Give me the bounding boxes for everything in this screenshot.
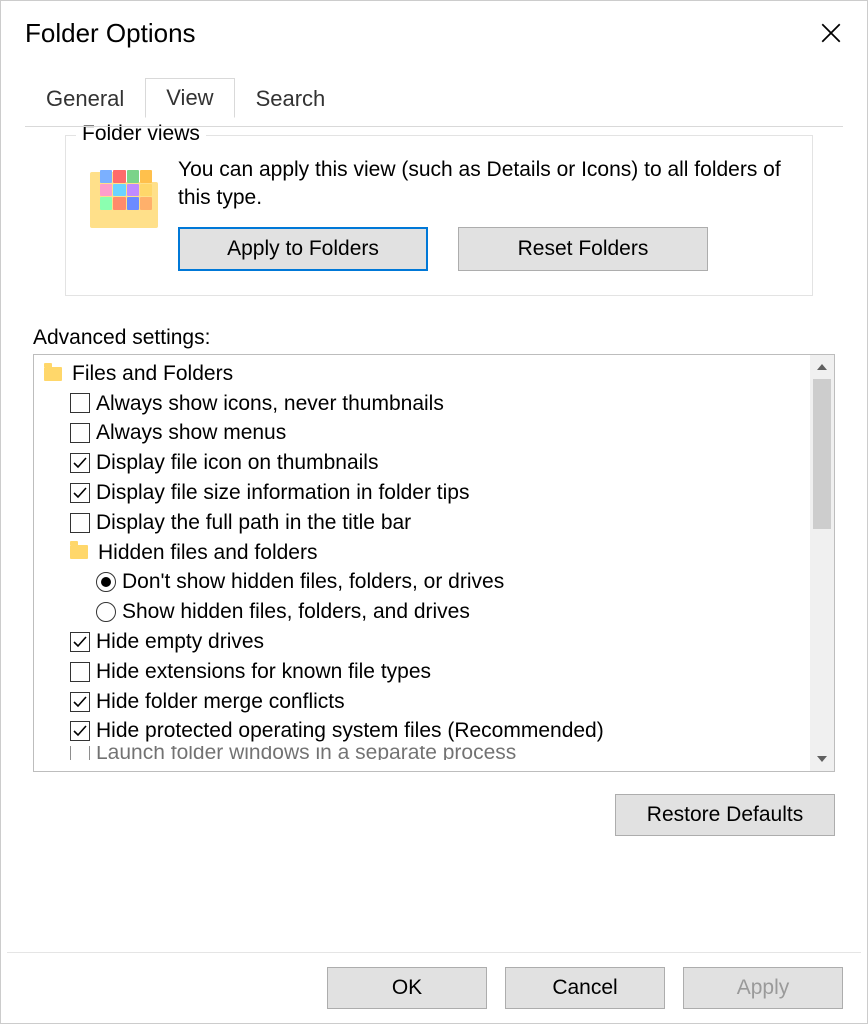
close-icon <box>821 23 841 43</box>
folder-views-group: Folder views You can apply this view (su… <box>65 135 813 296</box>
restore-defaults-button[interactable]: Restore Defaults <box>615 794 835 836</box>
item-label: Hide protected operating system files (R… <box>96 716 604 746</box>
window-title: Folder Options <box>25 18 196 49</box>
folder-views-description: You can apply this view (such as Details… <box>178 156 788 213</box>
item-label: Hidden files and folders <box>98 538 317 568</box>
apply-to-folders-button[interactable]: Apply to Folders <box>178 227 428 271</box>
item-label: Always show icons, never thumbnails <box>96 389 444 419</box>
radio[interactable] <box>96 602 116 622</box>
scroll-up-arrow[interactable] <box>810 355 834 379</box>
list-item[interactable]: Display file size information in folder … <box>40 478 810 508</box>
checkbox[interactable] <box>70 721 90 741</box>
advanced-settings-box: Files and Folders Always show icons, nev… <box>33 354 835 772</box>
checkbox[interactable] <box>70 513 90 533</box>
item-label: Don't show hidden files, folders, or dri… <box>122 567 504 597</box>
checkbox[interactable] <box>70 483 90 503</box>
folder-icon <box>70 545 88 559</box>
item-label: Hide folder merge conflicts <box>96 687 345 717</box>
tabs: General View Search <box>25 77 867 117</box>
list-item[interactable]: Hide extensions for known file types <box>40 657 810 687</box>
folder-icon <box>90 168 158 228</box>
item-label: Display file icon on thumbnails <box>96 448 378 478</box>
list-item[interactable]: Always show menus <box>40 418 810 448</box>
chevron-down-icon <box>817 756 827 762</box>
scroll-track[interactable] <box>810 379 834 747</box>
item-label: Hide extensions for known file types <box>96 657 431 687</box>
list-item[interactable]: Display the full path in the title bar <box>40 508 810 538</box>
item-label: Always show menus <box>96 418 286 448</box>
advanced-settings-list: Files and Folders Always show icons, nev… <box>34 355 810 771</box>
item-label: Display file size information in folder … <box>96 478 470 508</box>
checkbox[interactable] <box>70 746 90 760</box>
checkbox[interactable] <box>70 453 90 473</box>
checkbox[interactable] <box>70 662 90 682</box>
list-item-cutoff[interactable]: Launch folder windows in a separate proc… <box>40 746 810 760</box>
tab-view[interactable]: View <box>145 78 234 118</box>
checkbox[interactable] <box>70 423 90 443</box>
list-item[interactable]: Always show icons, never thumbnails <box>40 389 810 419</box>
chevron-up-icon <box>817 364 827 370</box>
dialog-footer: OK Cancel Apply <box>327 967 843 1009</box>
list-item[interactable]: Hide folder merge conflicts <box>40 687 810 717</box>
radio[interactable] <box>96 572 116 592</box>
close-button[interactable] <box>811 13 851 53</box>
item-label: Launch folder windows in a separate proc… <box>96 746 516 760</box>
tab-search[interactable]: Search <box>235 79 347 118</box>
list-item[interactable]: Hide empty drives <box>40 627 810 657</box>
scrollbar[interactable] <box>810 355 834 771</box>
footer-separator <box>7 952 861 953</box>
tab-border <box>25 126 843 127</box>
apply-button[interactable]: Apply <box>683 967 843 1009</box>
hidden-files-group: Hidden files and folders <box>40 538 810 568</box>
cancel-button[interactable]: Cancel <box>505 967 665 1009</box>
checkbox[interactable] <box>70 393 90 413</box>
list-item[interactable]: Display file icon on thumbnails <box>40 448 810 478</box>
titlebar: Folder Options <box>1 1 867 57</box>
list-item[interactable]: Don't show hidden files, folders, or dri… <box>40 567 810 597</box>
item-label: Display the full path in the title bar <box>96 508 411 538</box>
tab-general[interactable]: General <box>25 79 145 118</box>
checkbox[interactable] <box>70 632 90 652</box>
item-label: Show hidden files, folders, and drives <box>122 597 470 627</box>
checkbox[interactable] <box>70 692 90 712</box>
scroll-down-arrow[interactable] <box>810 747 834 771</box>
reset-folders-button[interactable]: Reset Folders <box>458 227 708 271</box>
scroll-thumb[interactable] <box>813 379 831 529</box>
list-item[interactable]: Show hidden files, folders, and drives <box>40 597 810 627</box>
folder-icon <box>44 367 62 381</box>
folder-options-dialog: Folder Options General View Search Folde… <box>0 0 868 1024</box>
list-item[interactable]: Hide protected operating system files (R… <box>40 716 810 746</box>
list-header-label: Files and Folders <box>72 359 233 389</box>
item-label: Hide empty drives <box>96 627 264 657</box>
list-header: Files and Folders <box>40 359 810 389</box>
advanced-settings-label: Advanced settings: <box>33 326 843 350</box>
ok-button[interactable]: OK <box>327 967 487 1009</box>
tab-content: Folder views You can apply this view (su… <box>1 135 867 836</box>
